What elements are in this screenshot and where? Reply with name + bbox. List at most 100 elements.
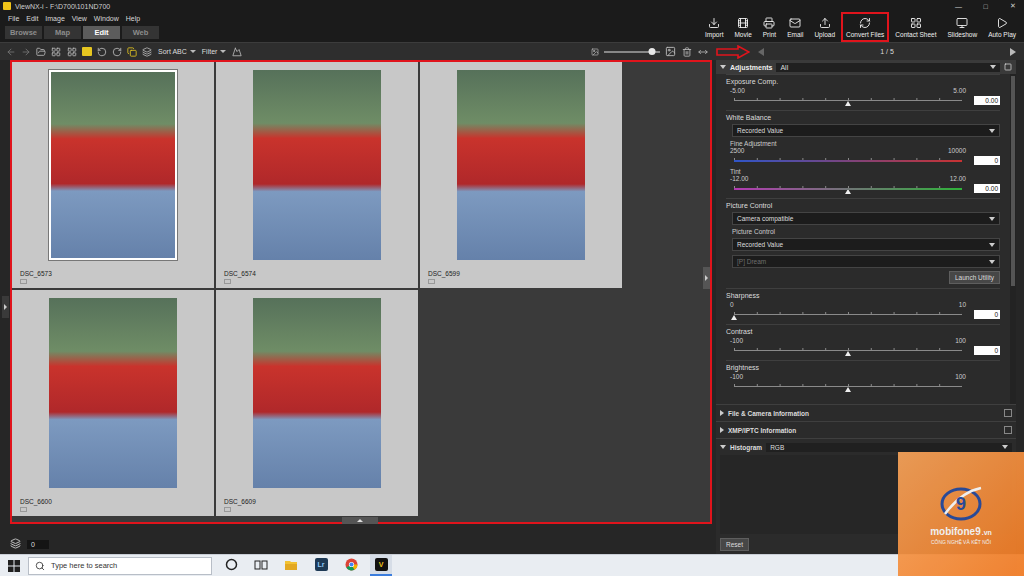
thumbnail-cell[interactable]: DSC_6574	[216, 62, 418, 288]
photo[interactable]	[49, 70, 177, 260]
slider-track[interactable]	[734, 96, 962, 105]
slider-marker-icon[interactable]	[845, 101, 851, 106]
taskbar-app[interactable]	[220, 555, 242, 576]
launch-button[interactable]: Launch Utility	[949, 271, 1000, 284]
section-menu-icon[interactable]	[1004, 409, 1012, 417]
copy-settings-icon[interactable]	[1004, 63, 1012, 71]
zoom-slider[interactable]	[604, 51, 660, 53]
taskbar-app[interactable]: Lr	[310, 555, 332, 576]
menu-item[interactable]: Window	[94, 15, 119, 22]
window-control[interactable]: —	[947, 3, 970, 10]
photo[interactable]	[253, 298, 381, 488]
zoom-knob-icon[interactable]	[648, 48, 655, 55]
toolbar-button[interactable]: Email	[782, 12, 808, 42]
menu-item[interactable]: View	[72, 15, 87, 22]
windows-start-icon[interactable]	[8, 560, 20, 572]
forward-icon[interactable]	[21, 47, 31, 57]
mode-tab[interactable]: Edit	[83, 26, 120, 39]
reset-button[interactable]: Reset	[720, 538, 749, 551]
window-control[interactable]: □	[974, 3, 997, 10]
menu-item[interactable]: Edit	[26, 15, 38, 22]
value-field[interactable]: 0.00	[974, 96, 1000, 105]
menu-item[interactable]: Image	[45, 15, 64, 22]
filter-dropdown[interactable]: Filter	[202, 48, 227, 55]
slider-marker-icon[interactable]	[845, 387, 851, 392]
value-field[interactable]: 0	[974, 310, 1000, 319]
slider-track[interactable]	[734, 346, 962, 355]
chrome-icon[interactable]	[345, 558, 358, 571]
grid-view-icon[interactable]	[51, 47, 61, 57]
thumbnail-cell[interactable]: DSC_6609	[216, 290, 418, 516]
menu-item[interactable]: File	[8, 15, 19, 22]
scroll-thumb[interactable]	[1011, 76, 1015, 286]
rotate-right-icon[interactable]	[112, 47, 122, 57]
stack-icon[interactable]	[142, 47, 152, 57]
label-icon[interactable]	[82, 47, 92, 56]
dropdown[interactable]: Recorded Value	[732, 124, 1000, 137]
thumbnail-cell[interactable]: DSC_6573	[12, 62, 214, 288]
copy-icon[interactable]	[127, 47, 137, 57]
expand-icon[interactable]	[698, 47, 708, 57]
section-header[interactable]: XMP/IPTC Information	[716, 421, 1016, 438]
thumbnail-view-icon[interactable]	[67, 47, 77, 57]
back-icon[interactable]	[6, 47, 16, 57]
file-explorer-icon[interactable]	[284, 559, 298, 571]
previous-icon[interactable]	[758, 48, 764, 56]
slider-track[interactable]	[734, 156, 962, 165]
section-header[interactable]: File & Camera Information	[716, 404, 1016, 421]
taskbar-app[interactable]	[280, 555, 302, 576]
mode-tab[interactable]: Web	[122, 26, 159, 39]
toolbar-button[interactable]: Import	[700, 12, 728, 42]
toolbar-button[interactable]: Movie	[729, 12, 756, 42]
cortana-icon[interactable]	[225, 558, 238, 571]
taskbar-app[interactable]	[340, 555, 362, 576]
value-field[interactable]: 0	[974, 346, 1000, 355]
left-panel-toggle[interactable]	[2, 296, 9, 318]
slider-marker-icon[interactable]	[731, 315, 737, 320]
thumbnail-cell[interactable]: DSC_6600	[12, 290, 214, 516]
task-view-icon[interactable]	[254, 559, 268, 571]
photo[interactable]	[253, 70, 381, 260]
window-control[interactable]: ✕	[1001, 2, 1024, 10]
channel-dropdown[interactable]: RGB	[766, 443, 1012, 452]
sort-dropdown[interactable]: Sort ABC	[158, 48, 196, 55]
photo[interactable]	[457, 70, 585, 260]
slider-track[interactable]	[734, 382, 962, 391]
photo[interactable]	[49, 298, 177, 488]
slider-marker-icon[interactable]	[845, 351, 851, 356]
taskbar-app[interactable]: V	[370, 555, 392, 576]
folder-icon[interactable]	[36, 47, 46, 57]
filmstrip-toggle[interactable]	[342, 517, 378, 524]
collapse-icon[interactable]	[720, 65, 726, 69]
next-icon[interactable]	[1010, 48, 1016, 56]
lightroom-icon[interactable]: Lr	[315, 558, 328, 571]
mode-tab[interactable]: Map	[44, 26, 81, 39]
mountain-icon[interactable]	[232, 47, 242, 57]
thumbnail-cell[interactable]: DSC_6599	[420, 62, 622, 288]
slider-track[interactable]	[734, 184, 962, 193]
toolbar-button[interactable]: Convert Files	[841, 12, 889, 42]
mode-tab[interactable]: Browse	[5, 26, 42, 39]
toolbar-button[interactable]: Print	[758, 12, 781, 42]
toolbar-button[interactable]: Upload	[809, 12, 840, 42]
preset-dropdown[interactable]: All	[776, 63, 1000, 72]
search-field[interactable]: Type here to search	[28, 557, 212, 575]
viewnx-icon[interactable]: V	[375, 558, 388, 571]
right-panel-toggle[interactable]	[703, 267, 710, 289]
section-menu-icon[interactable]	[1004, 426, 1012, 434]
dropdown[interactable]: Camera compatible	[732, 212, 1000, 225]
menu-item[interactable]: Help	[126, 15, 140, 22]
slider-marker-icon[interactable]	[845, 189, 851, 194]
trash-icon[interactable]	[682, 47, 692, 57]
layers-icon[interactable]	[10, 538, 21, 549]
value-field[interactable]: 0	[974, 156, 1000, 165]
toolbar-button[interactable]: Slideshow	[943, 12, 983, 42]
taskbar-app[interactable]	[250, 555, 272, 576]
scrollbar[interactable]	[1010, 74, 1016, 404]
dropdown[interactable]: Recorded Value	[732, 238, 1000, 251]
value-field[interactable]: 0.00	[974, 184, 1000, 193]
slider-track[interactable]	[734, 310, 962, 319]
toolbar-button[interactable]: Auto Play	[983, 12, 1021, 42]
toolbar-button[interactable]: Contact Sheet	[890, 12, 941, 42]
rotate-left-icon[interactable]	[97, 47, 107, 57]
